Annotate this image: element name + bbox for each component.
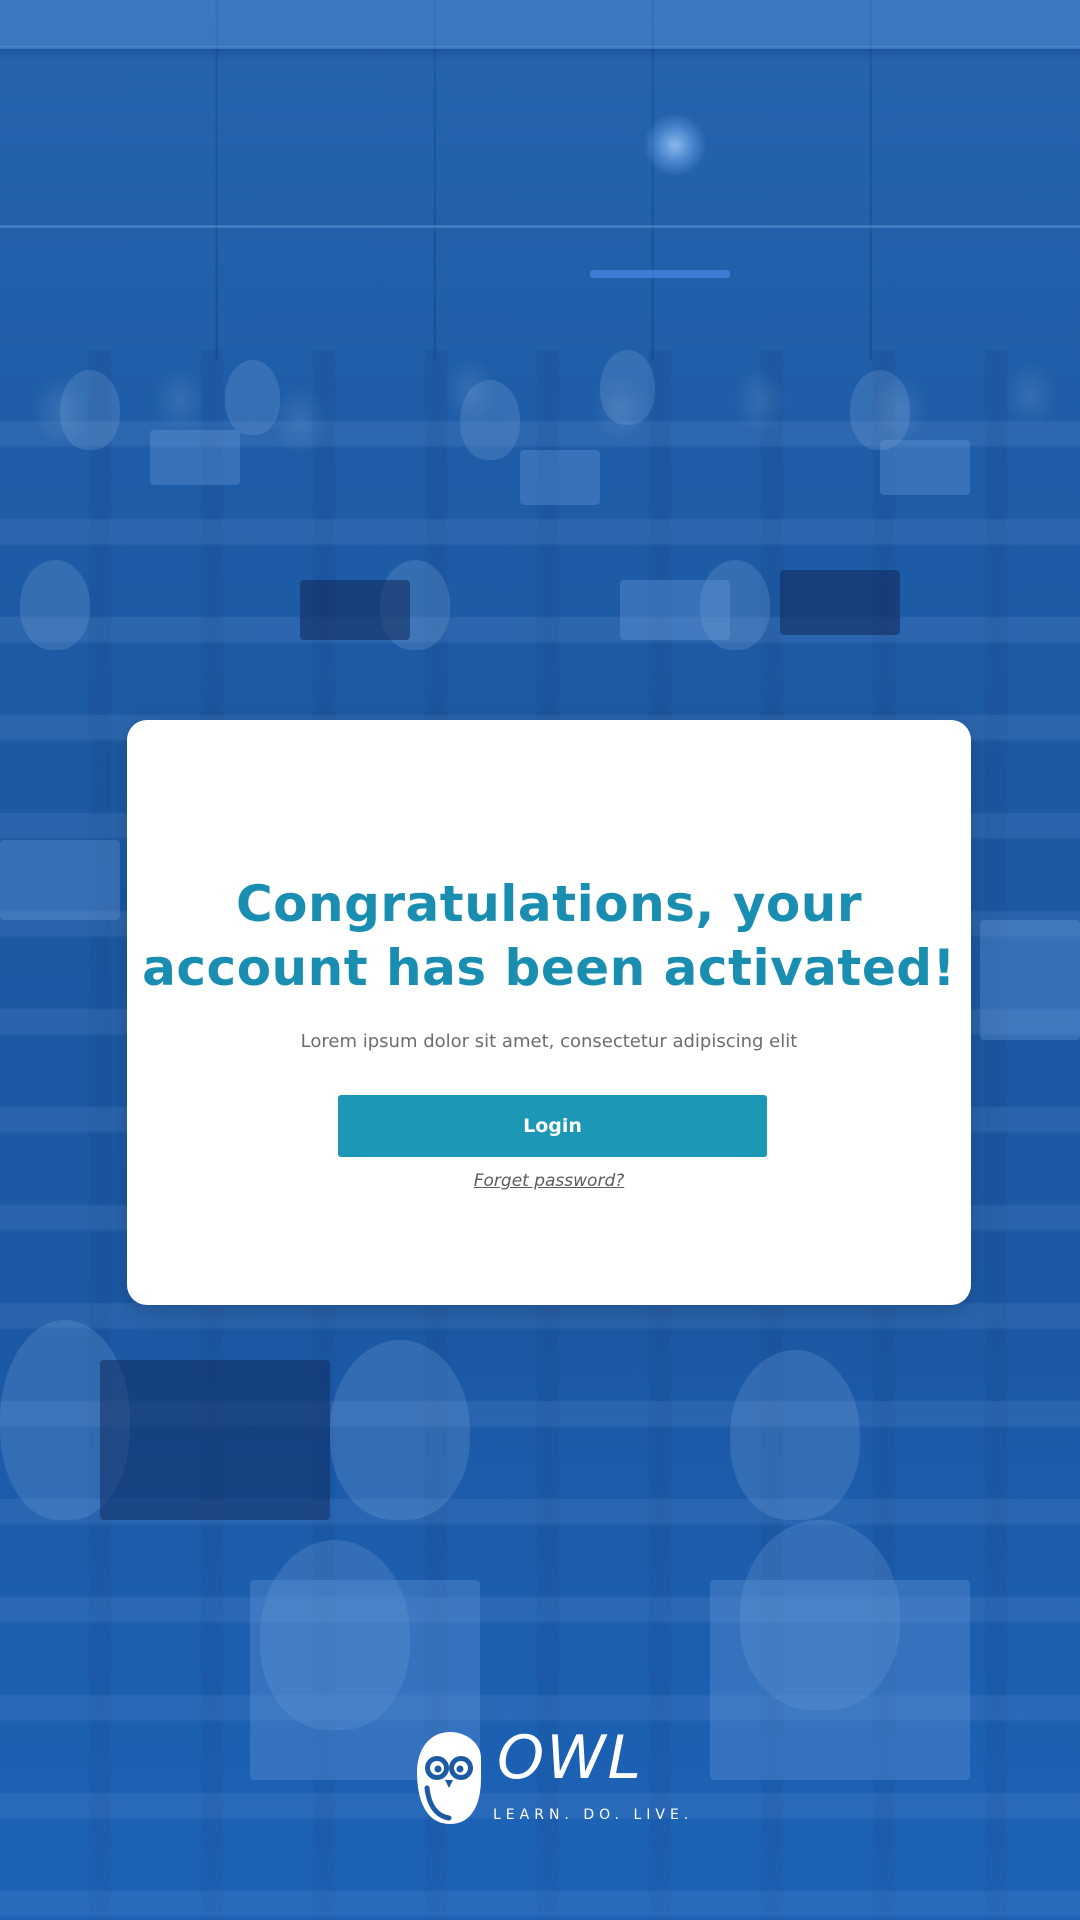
login-button[interactable]: Login xyxy=(338,1095,767,1157)
owl-icon xyxy=(417,1732,481,1824)
brand-logo: OWL LEARN. DO. LIVE. xyxy=(415,1723,688,1828)
activation-card: Congratulations, your account has been a… xyxy=(127,720,971,1305)
subtitle: Lorem ipsum dolor sit amet, consectetur … xyxy=(300,1031,798,1052)
forgot-password-container: Forget password? xyxy=(127,1169,971,1193)
page-title: Congratulations, your account has been a… xyxy=(142,875,956,997)
brand-name: OWL xyxy=(497,1723,643,1793)
forgot-password-link[interactable]: Forget password? xyxy=(474,1171,625,1191)
brand-tagline: LEARN. DO. LIVE. xyxy=(493,1807,694,1823)
